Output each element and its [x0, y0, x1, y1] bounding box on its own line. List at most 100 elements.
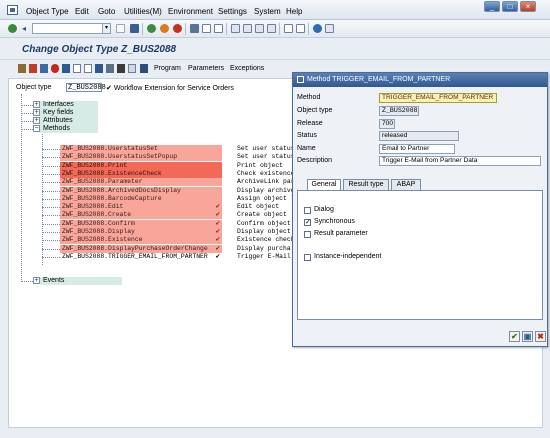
exceptions-button[interactable]: Exceptions: [230, 65, 264, 72]
description-field[interactable]: Trigger E-Mail from Partner Data: [379, 156, 541, 166]
menu-help[interactable]: Help: [286, 7, 302, 16]
previous-page-icon[interactable]: [243, 24, 252, 33]
tree-node-interfaces[interactable]: Interfaces: [40, 101, 98, 109]
method-name: ZWF_BUS2088.ExistenceCheck: [62, 170, 162, 177]
program-button[interactable]: Program: [154, 65, 181, 72]
tree-connector: [42, 215, 60, 216]
print-icon[interactable]: [190, 24, 199, 33]
copy-icon[interactable]: ▣: [522, 331, 533, 342]
method-item[interactable]: ZWF_BUS2088.UserstatusSet: [60, 145, 222, 153]
method-name: ZWF_BUS2088.ArchivedDocsDisplay: [62, 187, 181, 194]
method-item[interactable]: ZWF_BUS2088.Print: [60, 162, 222, 170]
menu-environment[interactable]: Environment: [168, 7, 213, 16]
tab-result-type[interactable]: Result type: [343, 179, 389, 190]
tree-node-methods[interactable]: Methods: [40, 125, 98, 133]
collapse-arrow-icon[interactable]: ◂: [22, 24, 26, 33]
menu-utilities[interactable]: Utilities(M): [124, 7, 162, 16]
tree-connector: [42, 174, 60, 175]
tree-node-events[interactable]: Events: [40, 277, 122, 285]
sap-menu-icon[interactable]: [7, 5, 18, 15]
exit-icon[interactable]: [160, 24, 169, 33]
confirm-icon[interactable]: ✔: [509, 331, 520, 342]
delete-icon[interactable]: [117, 64, 125, 73]
tree-connector: [21, 105, 33, 106]
method-item[interactable]: ZWF_BUS2088.Confirm ✔: [60, 220, 222, 228]
implemented-check-icon: ✔: [215, 253, 220, 261]
edit-icon[interactable]: [95, 64, 103, 73]
method-item[interactable]: ZWF_BUS2088.Create ✔: [60, 211, 222, 219]
menu-system[interactable]: System: [254, 7, 281, 16]
tab-general[interactable]: General: [307, 179, 341, 190]
tab-abap[interactable]: ABAP: [391, 179, 421, 190]
synchronous-checkbox[interactable]: ✓: [304, 219, 311, 226]
last-page-icon[interactable]: [267, 24, 276, 33]
method-item[interactable]: ZWF_BUS2088.BarcodeCapture: [60, 195, 222, 203]
check-icon[interactable]: [51, 64, 59, 73]
method-field[interactable]: TRIGGER_EMAIL_FROM_PARTNER: [379, 93, 497, 103]
create-icon[interactable]: [73, 64, 81, 73]
menu-settings[interactable]: Settings: [218, 7, 247, 16]
dialog-checkbox[interactable]: [304, 207, 311, 214]
dialog-title-bar[interactable]: Method TRIGGER_EMAIL_FROM_PARTNER: [293, 73, 547, 87]
method-name: ZWF_BUS2088.Existence: [62, 236, 143, 243]
new-session-icon[interactable]: [284, 24, 293, 33]
method-item[interactable]: ZWF_BUS2088.ArchivedDocsDisplay: [60, 187, 222, 195]
other-object-icon[interactable]: [18, 64, 26, 73]
next-page-icon[interactable]: [255, 24, 264, 33]
implemented-check-icon: ✔: [215, 211, 220, 219]
method-item[interactable]: ZWF_BUS2088.Edit ✔: [60, 203, 222, 211]
method-item[interactable]: ZWF_BUS2088.Parameter: [60, 178, 222, 186]
method-name: ZWF_BUS2088.Parameter: [62, 178, 143, 185]
activate-icon[interactable]: [62, 64, 70, 73]
enter-icon[interactable]: [8, 24, 17, 33]
expand-icon[interactable]: +: [33, 117, 40, 124]
expand-icon[interactable]: +: [33, 277, 40, 284]
method-item[interactable]: ZWF_BUS2088.TRIGGER_EMAIL_FROM_PARTNER ✔: [60, 253, 222, 261]
minimize-icon[interactable]: _: [484, 1, 500, 12]
menu-edit[interactable]: Edit: [75, 7, 89, 16]
where-used-icon[interactable]: [128, 64, 136, 73]
name-field[interactable]: Email to Partner: [379, 144, 455, 154]
history-icon[interactable]: [116, 24, 125, 33]
method-item[interactable]: ZWF_BUS2088.Display ✔: [60, 228, 222, 236]
general-tab-panel: Dialog ✓ Synchronous Result parameter In…: [297, 190, 543, 320]
synchronous-checkbox-label: Synchronous: [314, 218, 355, 225]
parameters-button[interactable]: Parameters: [188, 65, 224, 72]
expand-icon[interactable]: +: [33, 101, 40, 108]
object-type-value[interactable]: Z_BUS2088: [66, 83, 106, 92]
result-parameter-checkbox[interactable]: [304, 231, 311, 238]
menu-goto[interactable]: Goto: [98, 7, 115, 16]
cancel-icon[interactable]: [173, 24, 182, 33]
back-icon[interactable]: [147, 24, 156, 33]
command-dropdown-icon[interactable]: ▾: [102, 23, 111, 34]
settings-icon[interactable]: [106, 64, 114, 73]
method-description: Set user status: [237, 145, 295, 152]
method-item[interactable]: ZWF_BUS2088.UserstatusSetPopup: [60, 153, 222, 161]
method-item[interactable]: ZWF_BUS2088.DisplayPurchaseOrderChange ✔: [60, 245, 222, 253]
expand-icon[interactable]: +: [33, 109, 40, 116]
find-next-icon[interactable]: [214, 24, 223, 33]
tree-node-attributes[interactable]: Attributes: [40, 117, 98, 125]
method-item[interactable]: ZWF_BUS2088.Existence ✔: [60, 236, 222, 244]
help-icon[interactable]: [313, 24, 322, 33]
first-page-icon[interactable]: [231, 24, 240, 33]
display-change-icon[interactable]: [29, 64, 37, 73]
instance-independent-checkbox[interactable]: [304, 254, 311, 261]
maximize-icon[interactable]: □: [502, 1, 518, 12]
shortcut-icon[interactable]: [296, 24, 305, 33]
tree-node-key-fields[interactable]: Key fields: [40, 109, 98, 117]
dialog-title: Method TRIGGER_EMAIL_FROM_PARTNER: [307, 76, 451, 83]
copy-icon[interactable]: [84, 64, 92, 73]
menu-object-type[interactable]: Object Type: [26, 7, 69, 16]
method-name: ZWF_BUS2088.Create: [62, 211, 132, 218]
close-icon[interactable]: ×: [520, 1, 536, 12]
command-field[interactable]: [32, 23, 110, 34]
find-icon[interactable]: [202, 24, 211, 33]
active-inactive-icon[interactable]: [40, 64, 48, 73]
collapse-icon[interactable]: −: [33, 125, 40, 132]
layout-menu-icon[interactable]: [325, 24, 334, 33]
info-icon[interactable]: [140, 64, 148, 73]
save-icon[interactable]: [130, 24, 139, 33]
method-item[interactable]: ZWF_BUS2088.ExistenceCheck: [60, 170, 222, 178]
cancel-icon[interactable]: ✖: [535, 331, 546, 342]
